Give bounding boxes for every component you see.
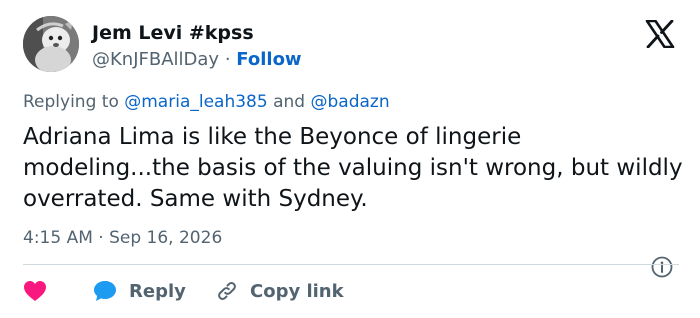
author-handle[interactable]: @KnJFBAllDay <box>92 49 219 70</box>
reply-prefix: Replying to <box>23 92 119 112</box>
tweet-time: 4:15 AM <box>23 228 93 248</box>
tweet-text: Adriana Lima is like the Beyonce of ling… <box>23 124 683 212</box>
heart-icon <box>24 281 46 301</box>
link-icon <box>218 281 236 301</box>
reply-label: Reply <box>129 280 186 302</box>
reply-context: Replying to @maria_leah385 and @badazn <box>23 92 390 112</box>
avatar[interactable] <box>23 16 79 72</box>
reply-mention-1[interactable]: @maria_leah385 <box>124 92 267 112</box>
timestamp-separator: · <box>98 228 104 248</box>
like-button[interactable] <box>23 276 47 306</box>
copy-link-button[interactable]: Copy link <box>216 276 344 306</box>
avatar-image <box>23 16 79 72</box>
divider <box>23 264 679 265</box>
reply-conjunction: and <box>273 92 306 112</box>
info-icon[interactable] <box>651 256 673 278</box>
author-display-name[interactable]: Jem Levi #kpss <box>92 22 254 44</box>
author-handle-line: @KnJFBAllDay · Follow <box>92 49 302 70</box>
tweet-date: Sep 16, 2026 <box>109 228 223 248</box>
follow-button[interactable]: Follow <box>236 49 301 70</box>
tweet-timestamp[interactable]: 4:15 AM · Sep 16, 2026 <box>23 228 222 248</box>
reply-button[interactable]: Reply <box>93 276 186 306</box>
chat-bubble-icon <box>94 281 116 301</box>
reply-mention-2[interactable]: @badazn <box>310 92 389 112</box>
copy-link-label: Copy link <box>250 280 344 302</box>
handle-separator: · <box>224 49 231 70</box>
x-logo-icon[interactable] <box>645 19 675 49</box>
